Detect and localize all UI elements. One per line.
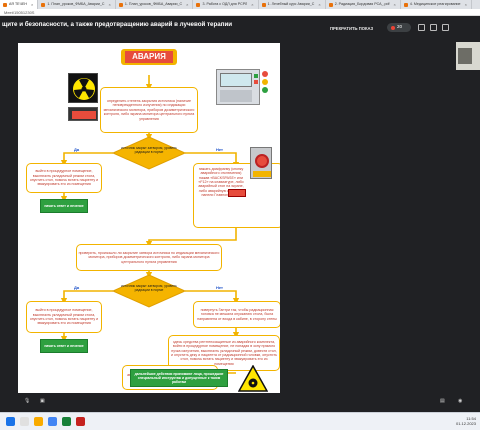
browser-tab[interactable]: 1. План_уроков_ФМБА_Аварии_С ×: [116, 0, 194, 9]
browser-tab[interactable]: 1. План_уроков_ФМБА_Аварии_С ×: [38, 0, 116, 9]
start-treatment-box-2: начать ответ и лечение: [40, 339, 88, 353]
shared-slide: АВАРИЯ определить степень закрытия источ…: [18, 43, 280, 393]
tab-favicon-icon: [403, 2, 408, 7]
tab-label: 1. План_уроков_ФМБА_Аварии_С: [47, 2, 105, 6]
browser-tab[interactable]: 4. Медицинское реагирование ×: [401, 0, 472, 9]
fullscreen-icon[interactable]: [430, 24, 437, 31]
flow-no-step-2: повернуть Гантри так, чтобы радиационная…: [193, 301, 280, 328]
excel-icon[interactable]: [62, 417, 71, 426]
tab-label: 2. Радиация_Бордовая РСА_.pdf: [334, 2, 390, 6]
browser-tab[interactable]: АЯ ТЕЧЕН ×: [0, 0, 39, 9]
decision-2-yes: Да: [74, 285, 80, 290]
close-tab-icon[interactable]: ×: [394, 0, 396, 9]
decision-2-text: источник закрыт затвором, уровень радиац…: [121, 284, 177, 293]
chat-icon[interactable]: ▤: [440, 398, 445, 404]
radiation-warning-sign-icon: [238, 365, 268, 392]
tab-favicon-icon: [196, 2, 201, 7]
tab-favicon-icon: [118, 2, 123, 7]
camera-icon[interactable]: ▣: [40, 398, 45, 404]
emergency-button-image: [250, 147, 272, 179]
dosimeter-screen-image: [68, 107, 98, 121]
pdf-icon[interactable]: [76, 417, 85, 426]
close-tab-icon[interactable]: ×: [318, 0, 320, 9]
tab-favicon-icon: [3, 2, 7, 7]
recording-count: 20: [397, 24, 403, 29]
tab-label: АЯ ТЕЧЕН: [9, 2, 27, 6]
close-tab-icon[interactable]: ×: [31, 0, 33, 9]
layout-icon[interactable]: [418, 24, 425, 31]
decision-1-text: источник закрыт затвором, уровень радиац…: [121, 146, 177, 155]
browser-tab-strip: АЯ ТЕЧЕН × 1. План_уроков_ФМБА_Аварии_С × …: [0, 0, 480, 9]
tab-label: 1. План_уроков_ФМБА_Аварии_С: [124, 2, 183, 6]
file-explorer-icon[interactable]: [34, 417, 43, 426]
status-light-image: [261, 69, 269, 105]
meeting-title: щите и безопасности, а также предотвраще…: [2, 21, 233, 28]
close-tab-icon[interactable]: ×: [465, 0, 467, 9]
record-icon: [391, 25, 395, 30]
clock-date: 01.12.2023: [455, 420, 476, 426]
final-instruction-box: дальнейшие действия принимают лица, прош…: [130, 369, 228, 387]
browser-tab[interactable]: 1. Лечебный курс Аварии_С ×: [259, 0, 326, 9]
browser-tab[interactable]: 3. Работа с ОДЛ для РСРЛ ×: [193, 0, 259, 9]
participants-icon[interactable]: ◉: [458, 398, 462, 404]
monitor-stop-image: [228, 189, 246, 197]
start-treatment-box-1: начать ответ и лечение: [40, 199, 88, 213]
more-options-icon[interactable]: [442, 24, 449, 31]
decision-1-yes: Да: [74, 147, 80, 152]
taskbar: 11:54 01.12.2023: [0, 412, 480, 430]
start-menu-icon[interactable]: [6, 417, 15, 426]
tab-label: 1. Лечебный курс Аварии_С: [267, 2, 315, 6]
system-tray[interactable]: 11:54 01.12.2023: [455, 416, 476, 427]
close-tab-icon[interactable]: ×: [251, 0, 253, 9]
flow-yes-step-1: выйти в процедурное помещение, выключить…: [26, 163, 102, 193]
participant-video-tile[interactable]: [456, 42, 480, 70]
tab-label: 4. Медицинское реагирование: [409, 2, 461, 6]
recording-button[interactable]: 20: [387, 23, 411, 32]
decision-1-no: Нет: [216, 147, 224, 152]
tab-label: 3. Работа с ОДЛ для РСРЛ: [202, 2, 248, 6]
decision-2-no: Нет: [216, 285, 224, 290]
search-icon[interactable]: [20, 417, 29, 426]
flow-yes-step-2: выйти в процедурное помещение, выключить…: [26, 301, 102, 333]
participant-avatar: [458, 48, 472, 64]
address-text: Meet/15051230S: [4, 10, 35, 15]
tab-favicon-icon: [41, 2, 46, 7]
browser-tab[interactable]: 2. Радиация_Бордовая РСА_.pdf ×: [326, 0, 401, 9]
address-bar[interactable]: Meet/15051230S: [0, 9, 480, 16]
tab-favicon-icon: [261, 2, 266, 7]
stop-sharing-button[interactable]: ПРЕКРАТИТЬ ПОКАЗ: [330, 26, 373, 31]
mic-icon[interactable]: 🎙: [24, 398, 30, 404]
close-tab-icon[interactable]: ×: [186, 0, 188, 9]
browser-icon[interactable]: [48, 417, 57, 426]
radiation-monitor-image: [68, 73, 98, 103]
close-tab-icon[interactable]: ×: [109, 0, 111, 9]
control-console-image: [216, 69, 260, 105]
flow-step-2: проверить, произошло ли закрытие затвора…: [76, 244, 222, 271]
flowchart-title: АВАРИЯ: [121, 49, 177, 65]
flow-step-1: определить степень закрытия источника (н…: [100, 87, 198, 133]
radiation-symbol-icon: [73, 78, 95, 100]
flowchart-title-text: АВАРИЯ: [125, 51, 173, 63]
tab-favicon-icon: [328, 2, 333, 7]
meeting-header: щите и безопасности, а также предотвраще…: [0, 16, 480, 40]
